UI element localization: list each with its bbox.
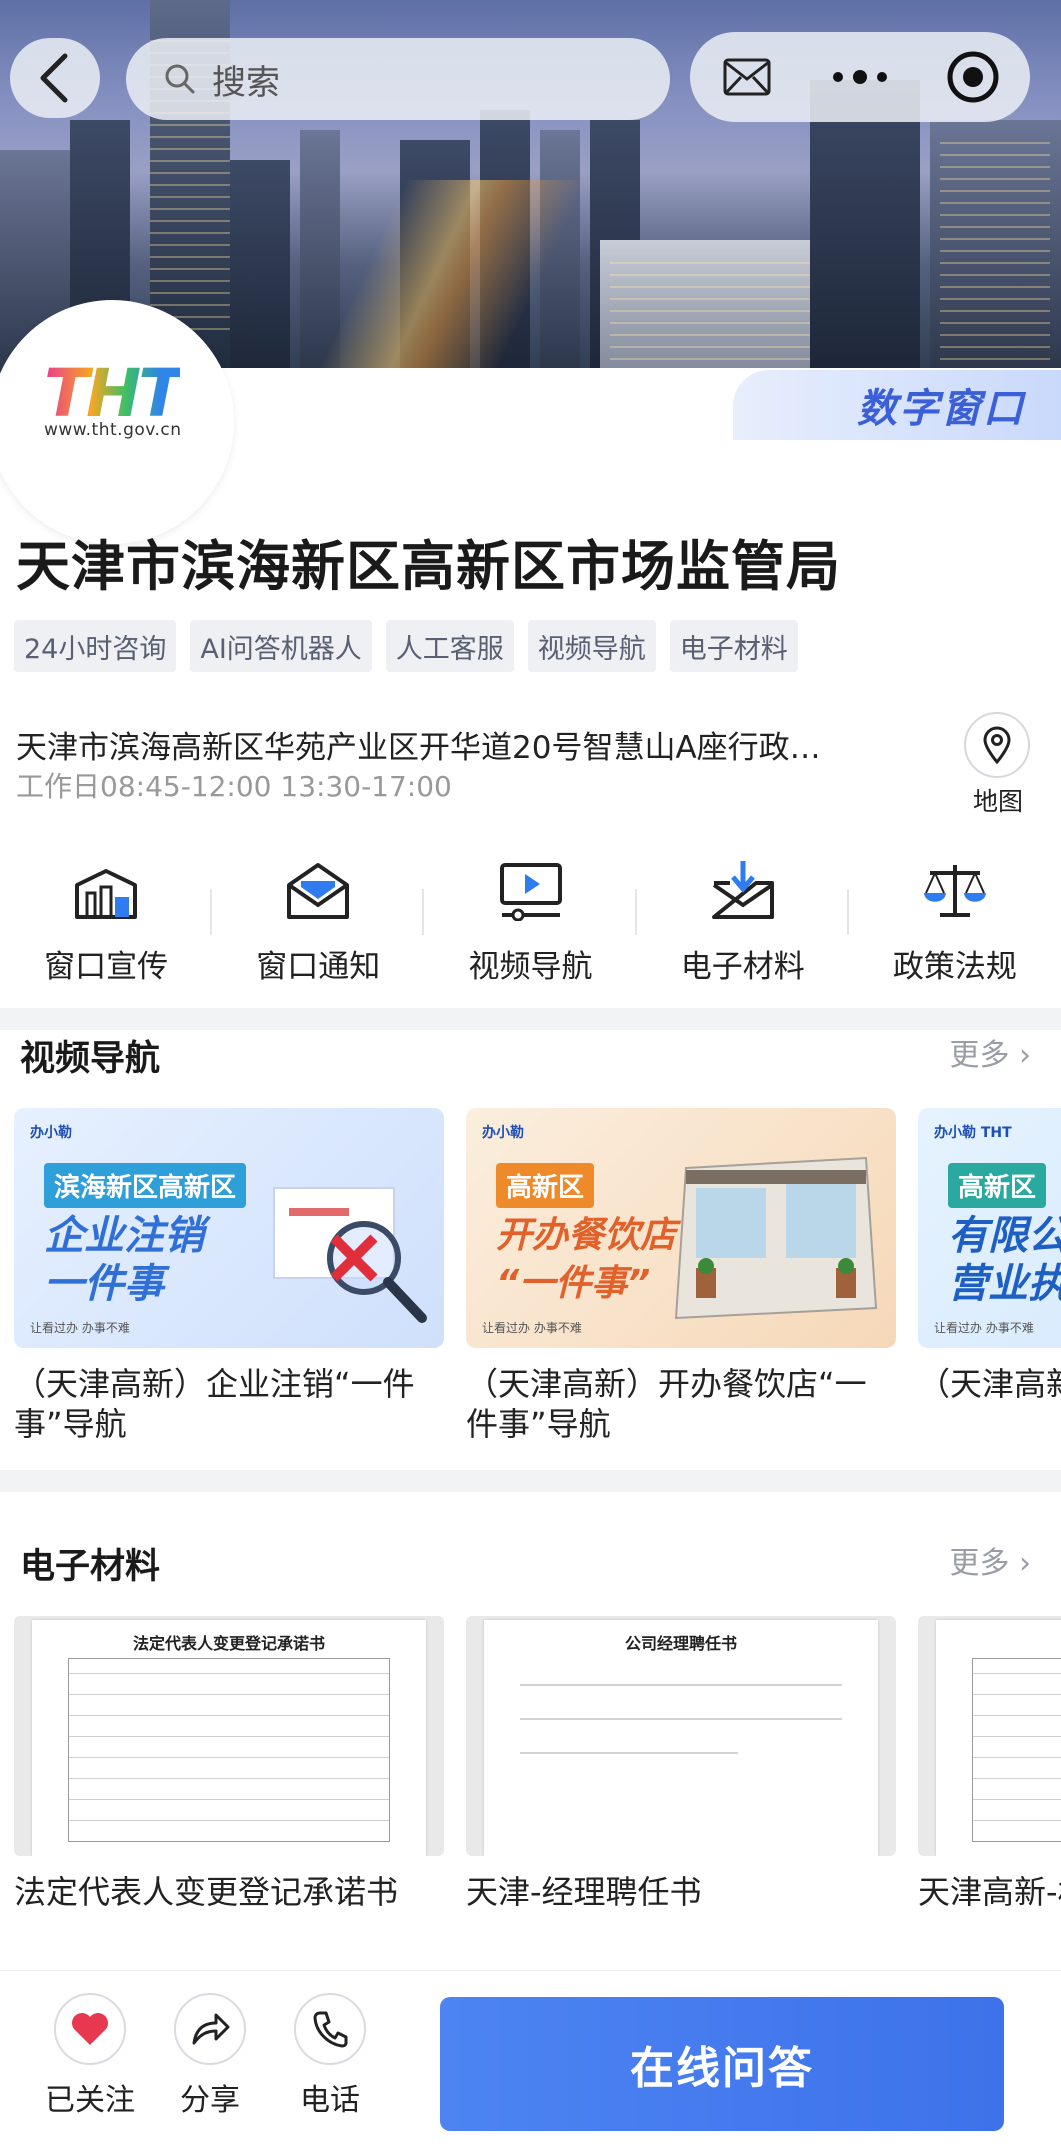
video-caption: （天津高新）开办餐饮店“一件事”导航 — [466, 1365, 867, 1443]
page-title: 天津市滨海新区高新区市场监管局 — [16, 535, 841, 598]
video-card[interactable]: 办小勒 THT 高新区 有限公营业执 让看过办 办事不难 （天津高新照设立导航 — [918, 1108, 1061, 1444]
material-caption: 天津高新-材料包2 — [918, 1873, 1061, 1911]
material-caption: 天津-经理聘任书 — [466, 1873, 702, 1911]
mail-icon — [723, 58, 771, 96]
logo-url: www.tht.gov.cn — [44, 420, 182, 440]
material-list[interactable]: 法定代表人变更登记承诺书 法定代表人变更登记承诺书 公司经理聘任书 天津-经理聘… — [14, 1616, 1061, 1952]
quick-actions: 窗口宣传 窗口通知 视频导航 电子材料 政策法规 — [0, 855, 1061, 995]
back-button[interactable] — [10, 38, 100, 118]
video-nav-section: 视频导航 更多 › 办小勒 滨海新区高新区 企业注销 一件事 让看过办 办事不难 … — [0, 1030, 1061, 1470]
material-caption: 法定代表人变更登记承诺书 — [14, 1873, 399, 1911]
video-card[interactable]: 办小勒 高新区 开办餐饮店 “一件事” 让看过办 办事不难 （天津高新）开办餐饮店… — [466, 1108, 896, 1444]
miniapp-capsule — [690, 32, 1030, 122]
video-caption: （天津高新）企业注销“一件事”导航 — [14, 1365, 415, 1443]
phone-icon — [313, 2011, 348, 2048]
document-preview: 法定代表人变更登记承诺书 — [14, 1616, 444, 1856]
material-card[interactable]: 公司经理聘任书 天津-经理聘任书 — [466, 1616, 896, 1952]
more-button[interactable] — [815, 37, 905, 117]
tag-ai-bot[interactable]: AI问答机器人 — [190, 620, 372, 672]
material-card[interactable]: 公 天津高新-材料包2 — [918, 1616, 1061, 1952]
online-qa-button[interactable]: 在线问答 — [440, 1997, 1004, 2131]
location-pin-icon — [983, 726, 1011, 764]
app-root: { "header": { "search_placeholder": "搜索"… — [0, 0, 1061, 2154]
share-button[interactable]: 分享 — [150, 1993, 270, 2119]
bottom-action-bar: 已关注 分享 电话 在线问答 — [0, 1970, 1061, 2154]
video-caption: （天津高新照设立导航 — [918, 1365, 1061, 1403]
video-thumbnail: 办小勒 THT 高新区 有限公 营业执 让看过办 办事不难 — [918, 1108, 1061, 1348]
more-dots-icon — [832, 70, 887, 84]
material-card[interactable]: 法定代表人变更登记承诺书 法定代表人变更登记承诺书 — [14, 1616, 444, 1952]
follow-button[interactable]: 已关注 — [30, 1993, 150, 2119]
video-thumbnail: 办小勒 高新区 开办餐饮店 “一件事” 让看过办 办事不难 — [466, 1108, 896, 1348]
close-miniapp-button[interactable] — [928, 37, 1018, 117]
magnifier-document-illustration — [273, 1187, 427, 1323]
service-tags: 24小时咨询 AI问答机器人 人工客服 视频导航 电子材料 — [14, 620, 798, 672]
building-chart-icon — [75, 869, 138, 919]
quick-policy[interactable]: 政策法规 — [849, 855, 1061, 995]
tag-24h[interactable]: 24小时咨询 — [14, 620, 177, 672]
chevron-right-icon: › — [1019, 1038, 1031, 1073]
video-thumbnail: 办小勒 滨海新区高新区 企业注销 一件事 让看过办 办事不难 — [14, 1108, 444, 1348]
document-preview: 公司经理聘任书 — [466, 1616, 896, 1856]
document-preview: 公 — [918, 1616, 1061, 1856]
tag-e-materials[interactable]: 电子材料 — [669, 620, 798, 672]
search-input[interactable]: 搜索 — [126, 38, 670, 120]
map-button[interactable] — [964, 712, 1030, 778]
share-arrow-icon — [192, 2013, 230, 2045]
mail-download-icon — [711, 861, 774, 919]
chevron-right-icon: › — [1019, 1546, 1031, 1581]
heart-icon — [72, 2013, 108, 2045]
scale-icon — [923, 865, 986, 917]
video-list[interactable]: 办小勒 滨海新区高新区 企业注销 一件事 让看过办 办事不难 （天津高新）企业注销… — [14, 1108, 1061, 1444]
quick-video-nav[interactable]: 视频导航 — [424, 855, 637, 995]
search-placeholder: 搜索 — [212, 62, 280, 103]
section-title: 电子材料 — [20, 1547, 161, 1587]
map-label: 地图 — [973, 787, 1024, 816]
video-card[interactable]: 办小勒 滨海新区高新区 企业注销 一件事 让看过办 办事不难 （天津高新）企业注销… — [14, 1108, 444, 1444]
more-link[interactable]: 更多 › — [949, 1538, 1031, 1582]
e-materials-section: 电子材料 更多 › 法定代表人变更登记承诺书 法定代表人变更登记承诺书 公司经理… — [0, 1492, 1061, 1970]
message-button[interactable] — [702, 37, 792, 117]
tag-human-service[interactable]: 人工客服 — [385, 620, 514, 672]
phone-button[interactable]: 电话 — [270, 1993, 390, 2119]
office-hours: 工作日08:45-12:00 13:30-17:00 — [16, 770, 452, 803]
tag-video-nav[interactable]: 视频导航 — [527, 620, 656, 672]
chevron-left-icon — [40, 53, 68, 103]
envelope-open-icon — [287, 863, 350, 919]
quick-window-notice[interactable]: 窗口通知 — [212, 855, 425, 995]
search-icon — [165, 64, 195, 94]
digital-window-badge: 数字窗口 — [733, 370, 1061, 440]
section-title: 视频导航 — [20, 1039, 161, 1079]
restaurant-illustration — [674, 1156, 878, 1320]
video-monitor-icon — [499, 863, 562, 921]
quick-e-materials[interactable]: 电子材料 — [637, 855, 849, 995]
target-circle-icon — [947, 51, 999, 103]
quick-window-promo[interactable]: 窗口宣传 — [0, 855, 213, 995]
address-text[interactable]: 天津市滨海高新区华苑产业区开华道20号智慧山A座行政… — [16, 722, 876, 767]
more-link[interactable]: 更多 › — [949, 1030, 1031, 1074]
